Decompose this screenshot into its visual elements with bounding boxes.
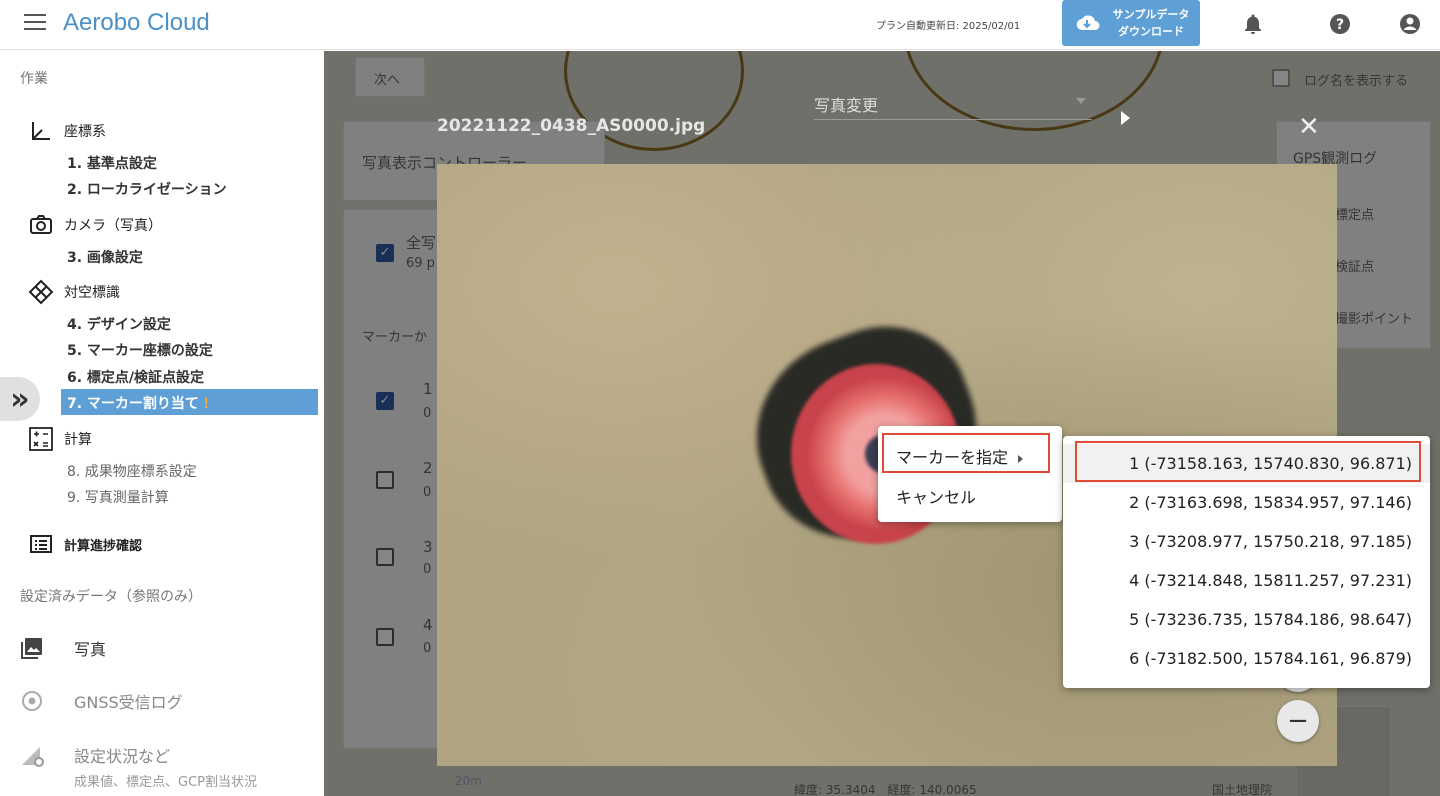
dropdown-arrow-icon [1076, 98, 1086, 104]
ref-item-photos[interactable]: 写真 [20, 636, 106, 660]
sidebar-item-coord-system[interactable]: 座標系 [28, 119, 106, 143]
sidebar-coord-label: 座標系 [64, 124, 106, 140]
step-5-link[interactable]: 5. マーカー座標の設定 [67, 340, 213, 360]
sidebar-progress-label: 計算進捗確認 [64, 538, 143, 554]
download-label-line2: ダウンロード [1118, 25, 1184, 38]
list-icon [30, 535, 52, 553]
axis-icon [32, 122, 50, 140]
svg-text:?: ? [1336, 17, 1344, 33]
marker-option-3[interactable]: 3 (-73208.977, 15750.218, 97.185) [1063, 522, 1430, 561]
photo-change-label: 写真変更 [814, 96, 879, 115]
next-photo-icon[interactable] [1121, 111, 1130, 125]
ref-status-label: 設定状況など [74, 747, 171, 766]
photo-change-select[interactable]: 写真変更 [814, 92, 1092, 120]
sidebar-calc-label: 計算 [64, 432, 92, 448]
step-2-link[interactable]: 2. ローカライゼーション [67, 179, 227, 199]
ref-item-gnss[interactable]: GNSS受信ログ [20, 689, 183, 713]
sidebar-markers-label: 対空標識 [64, 285, 120, 301]
ref-item-status[interactable]: 設定状況など [20, 743, 170, 767]
ref-gnss-label: GNSS受信ログ [74, 693, 183, 712]
cancel-menu-item[interactable]: キャンセル [896, 484, 976, 508]
section-ref-label: 設定済みデータ（参照のみ） [20, 589, 202, 605]
marker-option-5[interactable]: 5 (-73236.735, 15784.186, 98.647) [1063, 600, 1430, 639]
step-9-link[interactable]: 9. 写真測量計算 [67, 487, 169, 507]
marker-option-4[interactable]: 4 (-73214.848, 15811.257, 97.231) [1063, 561, 1430, 600]
map-scale: 20m [455, 774, 482, 788]
warning-icon: ! [202, 396, 210, 412]
sidebar-item-markers[interactable]: 対空標識 [28, 279, 120, 305]
bell-icon[interactable] [1241, 12, 1265, 36]
plan-update-date: プラン自動更新日: 2025/02/01 [876, 21, 1021, 32]
calculator-icon [29, 427, 53, 451]
marker-option-6[interactable]: 6 (-73182.500, 15784.161, 96.879) [1063, 639, 1430, 678]
sidebar-item-calc[interactable]: 計算 [28, 427, 92, 451]
step-7-link-active[interactable]: 7. マーカー割り当て! [61, 389, 318, 415]
marker-diamond-icon [28, 279, 54, 305]
camera-icon [30, 215, 52, 234]
help-icon[interactable]: ? [1328, 12, 1352, 36]
marker-option-1-highlight [1075, 441, 1421, 482]
signal-settings-icon [22, 747, 44, 767]
step-7-label: 7. マーカー割り当て [67, 396, 199, 412]
marker-option-2[interactable]: 2 (-73163.698, 15834.957, 97.146) [1063, 483, 1430, 522]
cloud-download-icon [1076, 15, 1100, 31]
sidebar-item-camera[interactable]: カメラ（写真） [28, 213, 162, 237]
close-icon[interactable]: ✕ [1298, 112, 1320, 142]
brand-title: Aerobo Cloud [63, 9, 210, 36]
section-work-label: 作業 [20, 71, 48, 87]
photo-library-icon [21, 638, 42, 659]
menu-icon[interactable] [24, 14, 46, 32]
zoom-out-label: − [1287, 706, 1309, 736]
photo-filename: 20221122_0438_AS0000.jpg [437, 116, 706, 136]
account-icon[interactable] [1398, 12, 1422, 36]
step-1-link[interactable]: 1. 基準点設定 [67, 153, 157, 173]
step-8-link[interactable]: 8. 成果物座標系設定 [67, 461, 197, 481]
sidebar-item-progress[interactable]: 計算進捗確認 [28, 532, 142, 556]
sample-data-download-button[interactable]: サンプルデータ ダウンロード [1062, 0, 1200, 46]
assign-marker-highlight [882, 433, 1050, 473]
zoom-out-button[interactable]: − [1277, 700, 1319, 742]
sidebar-camera-label: カメラ（写真） [64, 218, 162, 234]
target-icon [22, 691, 42, 711]
step-6-link[interactable]: 6. 標定点/検証点設定 [67, 367, 204, 387]
app-header: Aerobo Cloud プラン自動更新日: 2025/02/01 サンプルデー… [0, 0, 1440, 50]
download-label-line1: サンプルデータ [1112, 8, 1190, 21]
ref-status-sub: 成果値、標定点、GCP割当状況 [74, 775, 257, 790]
step-4-link[interactable]: 4. デザイン設定 [67, 314, 171, 334]
sidebar: 作業 座標系 1. 基準点設定 2. ローカライゼーション カメラ（写真） 3.… [0, 51, 324, 796]
ref-photos-label: 写真 [74, 640, 107, 659]
step-3-link[interactable]: 3. 画像設定 [67, 247, 143, 267]
